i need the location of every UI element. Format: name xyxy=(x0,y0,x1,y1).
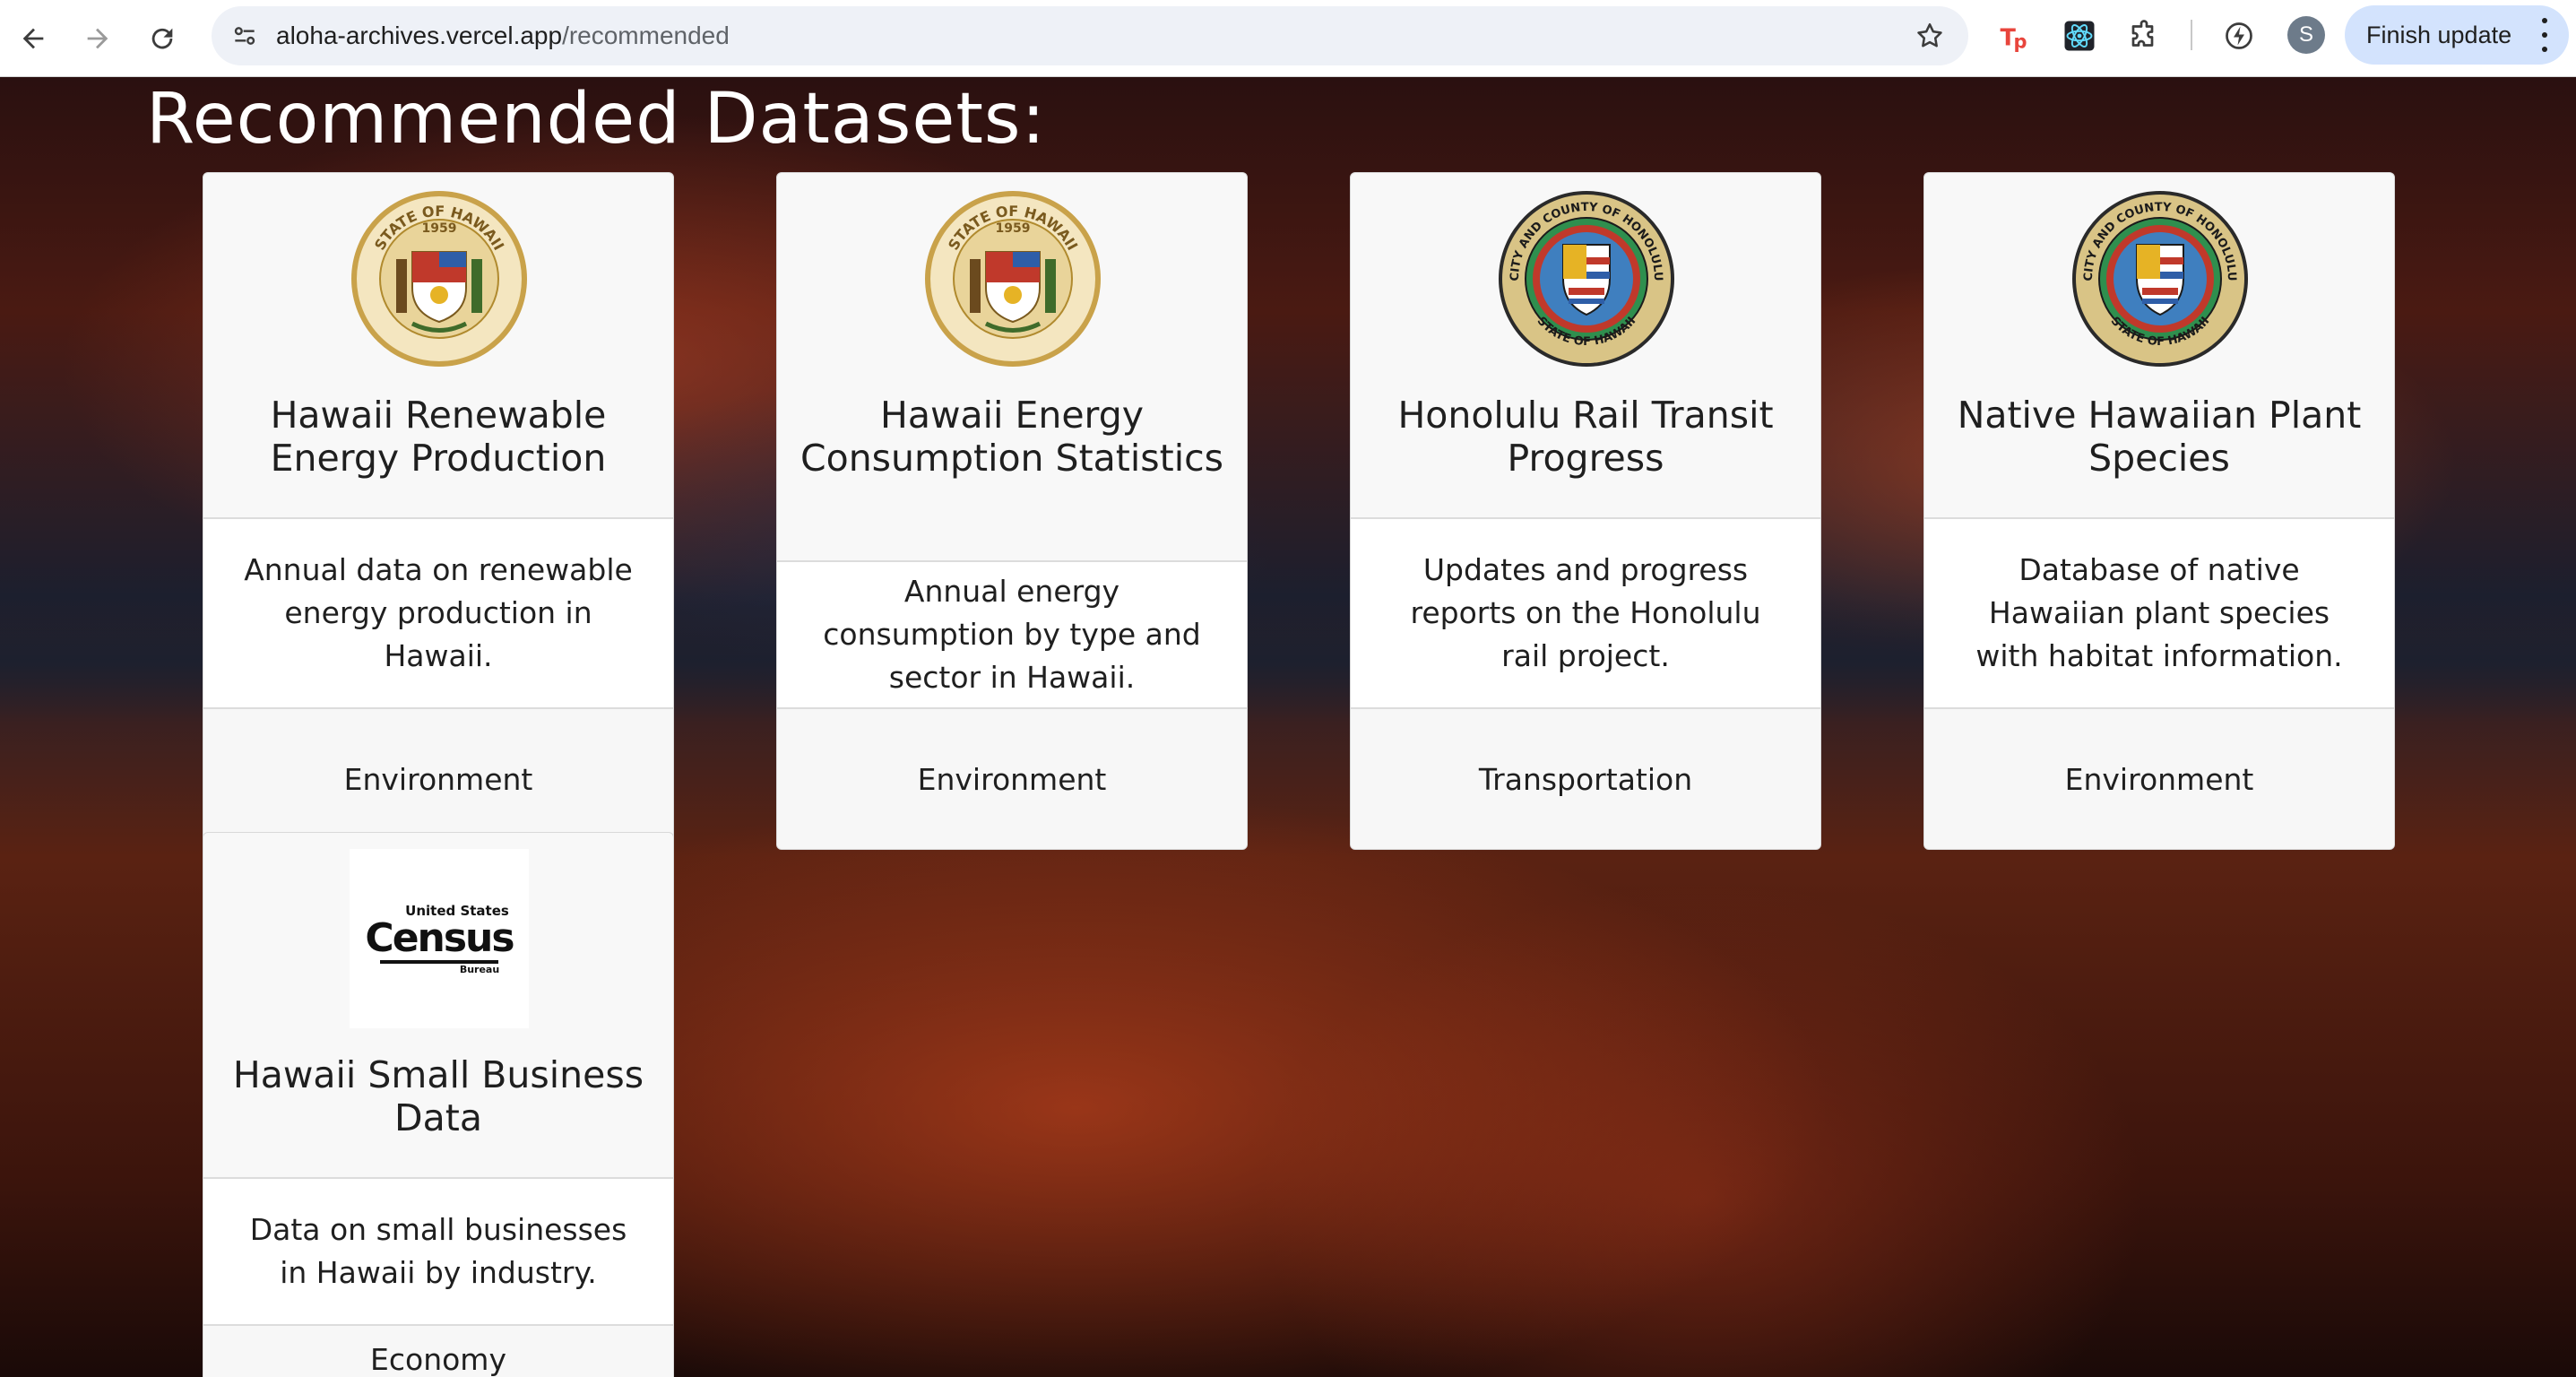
back-button[interactable] xyxy=(7,13,59,65)
dataset-card[interactable]: CITY AND COUNTY OF HONOLULU STATE OF HAW… xyxy=(1350,172,1821,850)
card-description: Data on small businesses in Hawaii by in… xyxy=(203,1179,673,1326)
seal-year-text: 1959 xyxy=(422,221,457,236)
address-bar[interactable]: aloha-archives.vercel.app/recommended xyxy=(212,6,1968,65)
more-menu-icon[interactable] xyxy=(2540,18,2549,52)
finish-update-button[interactable]: Finish update xyxy=(2345,5,2569,65)
site-info-icon[interactable] xyxy=(224,15,265,56)
page-content: Recommended Datasets: STATE OF HAWAII 19… xyxy=(0,77,2576,1377)
extensions-puzzle-icon[interactable] xyxy=(2124,16,2164,56)
card-category: Environment xyxy=(203,709,673,849)
tp-extension-icon[interactable]: Tp xyxy=(1995,16,2035,56)
card-title: Native Hawaiian Plant Species xyxy=(1957,394,2362,480)
bookmark-star-icon[interactable] xyxy=(1911,17,1949,55)
card-header: STATE OF HAWAII 1959 Hawaii Energy Consu… xyxy=(777,173,1247,562)
back-arrow-icon xyxy=(22,28,44,49)
state-of-hawaii-seal-icon: STATE OF HAWAII 1959 xyxy=(350,189,529,368)
url-text[interactable]: aloha-archives.vercel.app/recommended xyxy=(276,22,730,50)
dataset-card[interactable]: United States Census Bureau Hawaii Small… xyxy=(203,832,674,1377)
reload-icon xyxy=(151,28,173,49)
profile-avatar[interactable]: S xyxy=(2287,16,2325,54)
reload-button[interactable] xyxy=(136,13,188,65)
dataset-card[interactable]: STATE OF HAWAII 1959 Hawaii Energy Consu… xyxy=(776,172,1248,850)
browser-toolbar: aloha-archives.vercel.app/recommended Tp… xyxy=(0,0,2576,77)
city-county-honolulu-seal-icon: CITY AND COUNTY OF HONOLULU STATE OF HAW… xyxy=(2070,189,2250,368)
card-category: Environment xyxy=(777,709,1247,849)
page-title: Recommended Datasets: xyxy=(146,79,1046,160)
card-title: Honolulu Rail Transit Progress xyxy=(1397,394,1774,480)
url-host: aloha-archives.vercel.app xyxy=(276,22,563,49)
card-category: Economy xyxy=(203,1326,673,1377)
card-category: Environment xyxy=(1924,709,2394,849)
forward-button[interactable] xyxy=(72,13,124,65)
card-description: Database of native Hawaiian plant specie… xyxy=(1924,519,2394,709)
url-path: /recommended xyxy=(562,22,730,49)
card-header: CITY AND COUNTY OF HONOLULU STATE OF HAW… xyxy=(1924,173,2394,519)
card-description: Updates and progress reports on the Hono… xyxy=(1351,519,1820,709)
state-of-hawaii-seal-icon: STATE OF HAWAII 1959 xyxy=(923,189,1102,368)
card-title: Hawaii Energy Consumption Statistics xyxy=(800,394,1223,480)
card-title: Hawaii Small Business Data xyxy=(232,1053,644,1139)
dataset-card[interactable]: CITY AND COUNTY OF HONOLULU STATE OF HAW… xyxy=(1923,172,2395,850)
performance-icon[interactable] xyxy=(2219,16,2259,56)
card-category: Transportation xyxy=(1351,709,1820,849)
svg-text:p: p xyxy=(2014,31,2027,53)
dataset-card[interactable]: STATE OF HAWAII 1959 Hawaii Renewable En… xyxy=(203,172,674,850)
toolbar-divider xyxy=(2191,20,2192,50)
card-title: Hawaii Renewable Energy Production xyxy=(270,394,607,480)
card-description: Annual data on renewable energy producti… xyxy=(203,519,673,709)
seal-year-text: 1959 xyxy=(996,221,1031,236)
city-county-honolulu-seal-icon: CITY AND COUNTY OF HONOLULU STATE OF HAW… xyxy=(1497,189,1676,368)
card-header: STATE OF HAWAII 1959 Hawaii Renewable En… xyxy=(203,173,673,519)
census-bottom-text: Bureau xyxy=(459,963,500,975)
us-census-bureau-logo-icon: United States Census Bureau xyxy=(350,849,529,1028)
card-header: CITY AND COUNTY OF HONOLULU STATE OF HAW… xyxy=(1351,173,1820,519)
census-main-text: Census xyxy=(365,914,514,961)
react-devtools-icon[interactable] xyxy=(2060,16,2099,56)
finish-update-label: Finish update xyxy=(2366,21,2512,48)
forward-arrow-icon xyxy=(87,28,108,49)
card-description: Annual energy consumption by type and se… xyxy=(777,562,1247,709)
card-header: United States Census Bureau Hawaii Small… xyxy=(203,833,673,1179)
